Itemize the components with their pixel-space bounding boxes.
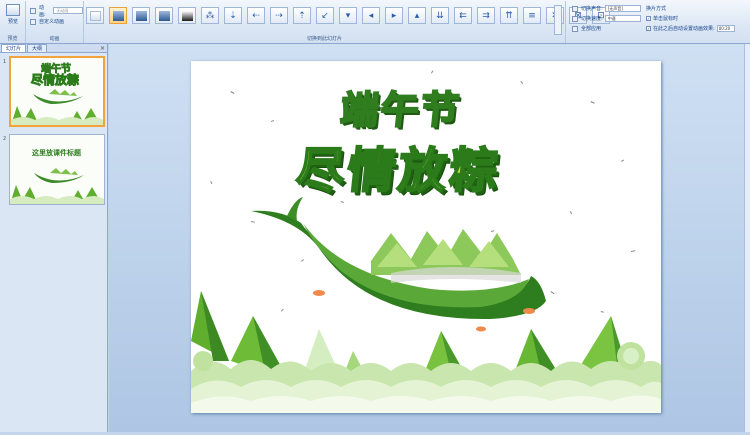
- preview-button[interactable]: 预览: [2, 4, 24, 25]
- advance-title: 换片方式: [646, 6, 667, 12]
- on-click-option[interactable]: ✓ 单击鼠标时: [646, 14, 735, 23]
- slide-2-title: 这里放课件标题: [32, 148, 82, 157]
- gallery-scroll[interactable]: [554, 5, 562, 35]
- transition-push-left[interactable]: ⇇: [454, 7, 472, 24]
- transition-options: 切换声音: [无声音] 切换速度: 中速 全部应用: [572, 4, 641, 34]
- slide-canvas[interactable]: 端午节 尽情放粽: [191, 61, 661, 413]
- transition-wipe-down-icon: ▾: [345, 11, 351, 21]
- transition-push-right[interactable]: ⇉: [477, 7, 495, 24]
- transition-wipe-down[interactable]: ▾: [339, 7, 357, 24]
- transition-cut-icon: [159, 11, 170, 21]
- transition-cut-black-icon: [182, 11, 193, 21]
- auto-after-label: 在此之后自动设置动画效果:: [653, 26, 715, 32]
- transition-wipe-left-icon: ◂: [368, 11, 374, 21]
- transition-cover-right[interactable]: ⇢: [270, 7, 288, 24]
- auto-after-time[interactable]: 00:20: [716, 25, 735, 32]
- on-click-label: 单击鼠标时: [653, 16, 679, 22]
- sound-icon: [572, 5, 578, 12]
- transition-dissolve[interactable]: ⁂: [201, 7, 219, 24]
- on-click-checkbox[interactable]: ✓: [646, 16, 651, 21]
- transitions-group-label: 切换到此幻灯片: [306, 36, 342, 42]
- sound-label: 切换声音:: [581, 6, 603, 12]
- speed-dropdown[interactable]: 中速: [604, 15, 641, 22]
- close-icon[interactable]: ×: [100, 45, 105, 52]
- slide-number: 1: [3, 59, 7, 65]
- transition-cut-black[interactable]: [178, 7, 196, 24]
- speed-icon: [572, 15, 578, 22]
- transition-fade-smooth[interactable]: [109, 7, 127, 24]
- transition-fade-black[interactable]: [132, 7, 150, 24]
- animations-group: 动画: 无动画 自定义动画 动画: [26, 1, 84, 43]
- transitions-group: ⁂⇣⇠⇢⇡↙▾◂▸▴⇊⇇⇉⇈≡✕⊠⊡ 切换到此幻灯片: [84, 1, 610, 43]
- panel-tabs: 幻灯片 大纲 ×: [0, 44, 107, 53]
- animate-row: 动画: 无动画: [30, 4, 84, 18]
- animate-dropdown[interactable]: 无动画: [53, 7, 84, 14]
- transition-cover-right-icon: ⇢: [275, 11, 283, 21]
- slide-title-top[interactable]: 端午节: [337, 79, 464, 134]
- animations-group-label: 动画: [49, 36, 60, 42]
- transition-none[interactable]: [86, 7, 104, 24]
- transition-cover-down-icon: ⇣: [229, 11, 237, 21]
- vertical-scrollbar[interactable]: [744, 44, 750, 432]
- transition-strips-icon: ≡: [528, 11, 536, 21]
- sound-dropdown[interactable]: [无声音]: [604, 5, 641, 12]
- slide-number: 2: [3, 136, 7, 142]
- slides-panel: 幻灯片 大纲 × 1 端午节 尽情放粽 2 这里放课件标题: [0, 44, 108, 432]
- tab-slides[interactable]: 幻灯片: [1, 44, 27, 52]
- preview-label: 预览: [7, 19, 18, 25]
- transition-push-down[interactable]: ⇊: [431, 7, 449, 24]
- transition-dissolve-icon: ⁂: [205, 11, 215, 21]
- advance-options: 换片方式 ✓ 单击鼠标时 ✓ 在此之后自动设置动画效果: 00:20: [646, 4, 735, 34]
- transition-cover-up-icon: ⇡: [298, 11, 306, 21]
- transition-cover-left[interactable]: ⇠: [247, 7, 265, 24]
- animate-icon: [30, 7, 36, 14]
- transition-cut[interactable]: [155, 7, 173, 24]
- transition-fade-smooth-icon: [113, 11, 124, 21]
- auto-after-checkbox[interactable]: ✓: [646, 26, 651, 31]
- transition-cover-up[interactable]: ⇡: [293, 7, 311, 24]
- preview-group: 预览 预览: [0, 1, 26, 43]
- speed-row: 切换速度: 中速: [572, 14, 641, 23]
- transition-wipe-up-icon: ▴: [414, 11, 420, 21]
- transition-push-down-icon: ⇊: [436, 11, 444, 21]
- apply-all-label: 全部应用: [581, 26, 602, 32]
- transition-wipe-right-icon: ▸: [391, 11, 397, 21]
- ribbon: 预览 预览 动画: 无动画 自定义动画 动画 ⁂⇣⇠⇢⇡↙▾◂▸▴⇊⇇⇉⇈≡✕⊠…: [0, 0, 750, 44]
- custom-animation-icon: [30, 18, 36, 25]
- transition-cover-left-down-icon: ↙: [321, 11, 329, 21]
- transition-push-right-icon: ⇉: [482, 11, 490, 21]
- transition-wipe-up[interactable]: ▴: [408, 7, 426, 24]
- preview-icon: [6, 4, 20, 16]
- transition-cover-down[interactable]: ⇣: [224, 7, 242, 24]
- slide-title-main[interactable]: 尽情放粽: [293, 131, 505, 201]
- slide-editing-area: 端午节 尽情放粽: [109, 44, 750, 432]
- transition-wipe-right[interactable]: ▸: [385, 7, 403, 24]
- slide-2-artwork: 这里放课件标题: [10, 135, 104, 204]
- apply-all-icon: [572, 25, 578, 32]
- transition-cover-left-down[interactable]: ↙: [316, 7, 334, 24]
- apply-all-button[interactable]: 全部应用: [572, 24, 641, 33]
- transition-none-icon: [90, 11, 101, 21]
- animate-label: 动画:: [38, 4, 46, 18]
- custom-animation-label: 自定义动画: [39, 19, 65, 25]
- transition-push-up[interactable]: ⇈: [500, 7, 518, 24]
- tab-outline[interactable]: 大纲: [27, 44, 48, 52]
- slide-thumbnail-1[interactable]: 端午节 尽情放粽: [9, 56, 105, 127]
- slide-1-title-main: 尽情放粽: [31, 72, 79, 87]
- speed-label: 切换速度:: [581, 16, 603, 22]
- custom-animation-button[interactable]: 自定义动画: [30, 17, 83, 26]
- auto-after-option[interactable]: ✓ 在此之后自动设置动画效果: 00:20: [646, 24, 735, 33]
- slide-thumbnail-2[interactable]: 这里放课件标题: [9, 134, 105, 205]
- transition-push-left-icon: ⇇: [459, 11, 467, 21]
- transition-push-up-icon: ⇈: [505, 11, 513, 21]
- preview-group-label: 预览: [7, 36, 18, 42]
- transition-cover-left-icon: ⇠: [252, 11, 260, 21]
- transition-strips[interactable]: ≡: [523, 7, 541, 24]
- slide-1-artwork: 端午节 尽情放粽: [11, 58, 103, 125]
- sound-row: 切换声音: [无声音]: [572, 4, 641, 13]
- transition-wipe-left[interactable]: ◂: [362, 7, 380, 24]
- transition-gallery: ⁂⇣⇠⇢⇡↙▾◂▸▴⇊⇇⇉⇈≡✕⊠⊡: [86, 7, 615, 24]
- transition-fade-black-icon: [136, 11, 147, 21]
